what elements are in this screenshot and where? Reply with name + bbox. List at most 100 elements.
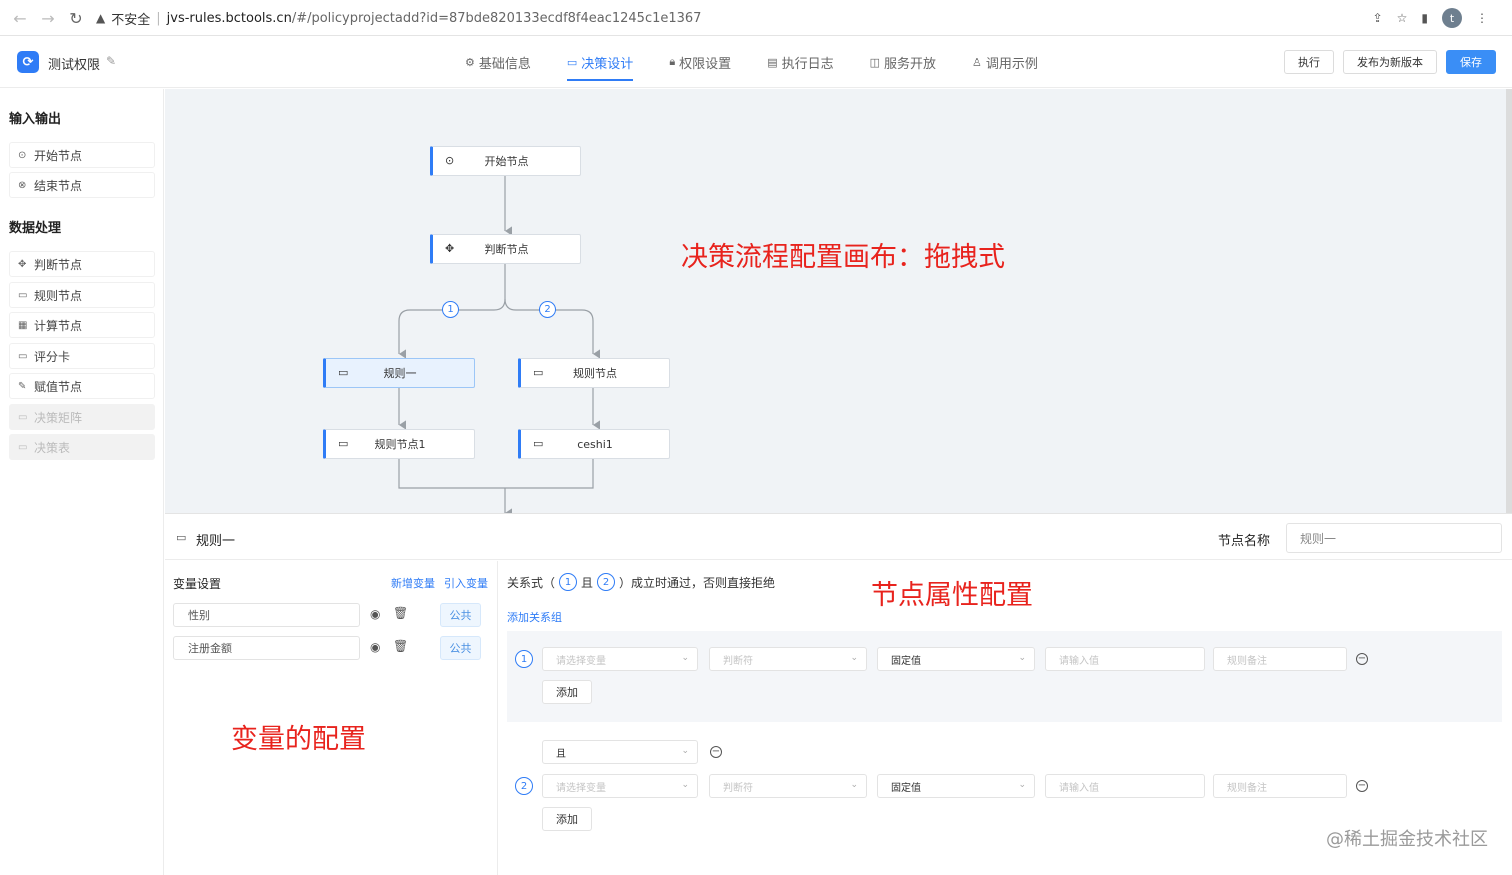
- menu-icon[interactable]: ⋮: [1476, 11, 1488, 25]
- palette-item-scorecard[interactable]: ▭ 评分卡: [9, 343, 155, 369]
- forward-icon[interactable]: →: [34, 4, 62, 32]
- relation-and: 且: [581, 575, 594, 590]
- palette-item-judge[interactable]: ✥ 判断节点: [9, 251, 155, 277]
- public-tag[interactable]: 公共: [440, 603, 481, 627]
- value-type-select[interactable]: 固定值 ⌄: [877, 774, 1035, 798]
- tab-call-example[interactable]: ♙ 调用示例: [972, 36, 1038, 88]
- note-input[interactable]: 规则备注: [1213, 774, 1347, 798]
- tab-label: 基础信息: [478, 56, 531, 72]
- add-group-link[interactable]: 添加关系组: [507, 609, 562, 625]
- monitor-icon: ▭: [566, 55, 578, 69]
- flow-node-judge[interactable]: ✥ 判断节点: [430, 234, 581, 264]
- value-input[interactable]: 请输入值: [1045, 774, 1205, 798]
- palette-item-label: 决策矩阵: [34, 410, 83, 425]
- select-placeholder: 判断符: [723, 782, 753, 794]
- operator-select[interactable]: 判断符 ⌄: [709, 647, 867, 671]
- flow-node-rule-node1[interactable]: ▭ 规则节点1: [323, 429, 475, 459]
- variable-select[interactable]: 请选择变量 ⌄: [542, 647, 698, 671]
- variable-panel: 变量设置 新增变量 引入变量 性别 ◉ 🗑︎ 公共 注册金额 ◉ 🗑︎ 公共 变…: [165, 561, 498, 875]
- public-tag[interactable]: 公共: [440, 636, 481, 660]
- palette-item-calc[interactable]: ▦ 计算节点: [9, 312, 155, 338]
- palette-item-end[interactable]: ⊗ 结束节点: [9, 172, 155, 198]
- variable-field[interactable]: 性别: [173, 603, 360, 627]
- url-path: /#/policyprojectadd?id=87bde820133ecdf8f…: [291, 10, 702, 26]
- tab-execution-log[interactable]: ▤ 执行日志: [767, 36, 833, 88]
- flow-canvas[interactable]: 1 2 ⊙ 开始节点 ✥ 判断节点 ▭ 规则一 ▭ 规则节点 ▭ 规则节点1 ▭ ceshi…: [165, 89, 1512, 513]
- flow-node-start[interactable]: ⊙ 开始节点: [430, 146, 581, 176]
- operator-select[interactable]: 判断符 ⌄: [709, 774, 867, 798]
- card-icon: ▭: [18, 441, 28, 453]
- palette-item-label: 开始节点: [34, 148, 83, 163]
- avatar[interactable]: t: [1442, 8, 1462, 28]
- tab-label: 调用示例: [985, 56, 1038, 72]
- condition-group: [507, 631, 1502, 722]
- remove-group-icon[interactable]: −: [710, 746, 722, 758]
- trash-icon[interactable]: 🗑︎: [393, 639, 408, 653]
- select-placeholder: 请选择变量: [556, 782, 606, 794]
- tab-basic-info[interactable]: ⚙ 基础信息: [465, 36, 531, 88]
- address-bar[interactable]: ▲ 不安全 | jvs-rules.bctools.cn /#/policypr…: [96, 5, 1416, 31]
- address-separator: |: [156, 10, 161, 26]
- chevron-down-icon: ⌄: [681, 746, 689, 756]
- add-condition-button[interactable]: 添加: [542, 807, 592, 831]
- eye-icon[interactable]: ◉: [370, 640, 380, 654]
- calculator-icon: ▦: [18, 319, 28, 331]
- trash-icon[interactable]: 🗑︎: [393, 606, 408, 620]
- share-icon[interactable]: ⇪: [1373, 11, 1383, 25]
- main-tabs: ⚙ 基础信息 ▭ 决策设计 🔒︎ 权限设置 ▤ 执行日志 ◫ 服务开放 ♙ 调用示例: [465, 36, 1074, 88]
- tab-service-open[interactable]: ◫ 服务开放: [870, 36, 936, 88]
- chevron-down-icon: ⌄: [681, 653, 689, 663]
- variable-panel-title: 变量设置: [173, 577, 222, 591]
- connector-select[interactable]: 且 ⌄: [542, 740, 698, 764]
- import-variable-link[interactable]: 引入变量: [444, 575, 488, 591]
- save-button[interactable]: 保存: [1446, 50, 1496, 74]
- flow-node-rule1[interactable]: ▭ 规则一: [323, 358, 475, 388]
- chevron-down-icon: ⌄: [1018, 653, 1026, 663]
- canvas-scrollbar[interactable]: [1506, 89, 1512, 513]
- palette-item-label: 规则节点: [34, 288, 83, 303]
- variable-field[interactable]: 注册金额: [173, 636, 360, 660]
- value-type-select[interactable]: 固定值 ⌄: [877, 647, 1035, 671]
- reload-icon[interactable]: ↻: [62, 4, 90, 32]
- publish-button[interactable]: 发布为新版本: [1343, 50, 1437, 74]
- add-variable-link[interactable]: 新增变量: [391, 575, 435, 591]
- select-value: 固定值: [891, 655, 921, 667]
- node-title: 规则一: [196, 534, 236, 549]
- edge-merge: [398, 459, 594, 489]
- palette-item-start[interactable]: ⊙ 开始节点: [9, 142, 155, 168]
- project-name: 测试权限: [48, 58, 101, 73]
- node-property-header: ▭ 规则一 节点名称 规则一: [165, 513, 1512, 560]
- add-condition-button[interactable]: 添加: [542, 680, 592, 704]
- sidebar-icon[interactable]: ▮: [1421, 11, 1428, 25]
- chevron-down-icon: ⌄: [850, 780, 858, 790]
- remove-row-icon[interactable]: −: [1356, 780, 1368, 792]
- back-icon[interactable]: ←: [6, 4, 34, 32]
- watermark: @稀土掘金技术社区: [1326, 829, 1488, 850]
- card-icon: ▭: [18, 289, 28, 301]
- eye-icon[interactable]: ◉: [370, 607, 380, 621]
- palette-item-assign[interactable]: ✎ 赋值节点: [9, 373, 155, 399]
- branch-label: 1: [442, 301, 459, 318]
- branch-label: 2: [539, 301, 556, 318]
- variable-select[interactable]: 请选择变量 ⌄: [542, 774, 698, 798]
- palette-item-matrix: ▭ 决策矩阵: [9, 404, 155, 430]
- node-name-input[interactable]: 规则一: [1286, 523, 1502, 553]
- pencil-icon[interactable]: ✎: [106, 54, 116, 68]
- chevron-down-icon: ⌄: [850, 653, 858, 663]
- row-number: 2: [515, 777, 533, 795]
- flow-node-rule[interactable]: ▭ 规则节点: [518, 358, 670, 388]
- tab-permissions[interactable]: 🔒︎ 权限设置: [669, 36, 731, 88]
- row-number: 1: [515, 650, 533, 668]
- gear-icon: ⚙: [465, 55, 475, 69]
- note-input[interactable]: 规则备注: [1213, 647, 1347, 671]
- star-icon[interactable]: ☆: [1397, 11, 1408, 25]
- section-title-io: 输入输出: [9, 112, 62, 127]
- remove-row-icon[interactable]: −: [1356, 653, 1368, 665]
- app-logo-icon: ⟳: [17, 51, 39, 73]
- run-button[interactable]: 执行: [1284, 50, 1334, 74]
- tab-decision-design[interactable]: ▭ 决策设计: [566, 36, 634, 88]
- node-palette: 输入输出 ⊙ 开始节点 ⊗ 结束节点 数据处理 ✥ 判断节点 ▭ 规则节点 ▦ 计算节点 …: [0, 89, 164, 875]
- palette-item-rule[interactable]: ▭ 规则节点: [9, 282, 155, 308]
- flow-node-ceshi1[interactable]: ▭ ceshi1: [518, 429, 670, 459]
- value-input[interactable]: 请输入值: [1045, 647, 1205, 671]
